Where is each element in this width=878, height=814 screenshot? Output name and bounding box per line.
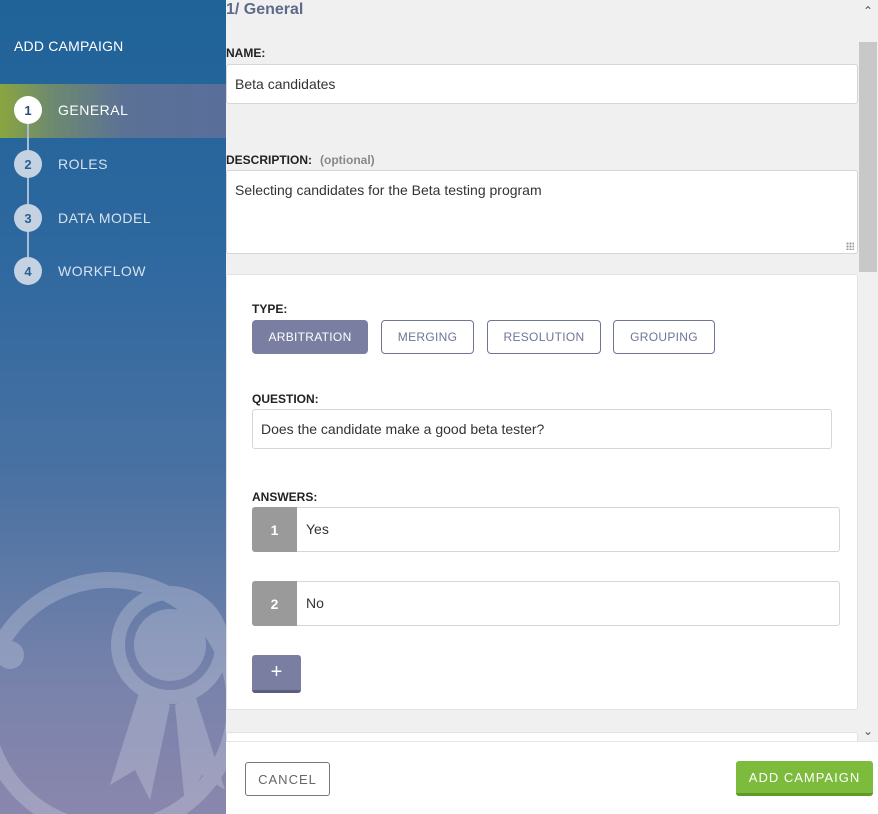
type-label: TYPE:	[252, 302, 288, 316]
wizard-steps: 1 GENERAL 2 ROLES 3 DATA MODEL 4 WORKFLO…	[0, 84, 226, 299]
answer-input[interactable]: No	[297, 581, 840, 626]
name-label: NAME:	[226, 46, 266, 60]
add-answer-button[interactable]: +	[252, 655, 301, 693]
step-label: DATA MODEL	[58, 210, 152, 226]
answer-input[interactable]: Yes	[297, 507, 840, 552]
optional-hint: (optional)	[320, 153, 375, 167]
description-value: Selecting candidates for the Beta testin…	[235, 182, 542, 198]
description-label: DESCRIPTION: (optional)	[226, 153, 375, 167]
description-label-text: DESCRIPTION:	[226, 153, 313, 167]
step-roles[interactable]: 2 ROLES	[0, 138, 226, 192]
step-number: 1	[14, 96, 42, 124]
answer-number: 1	[252, 507, 297, 552]
question-label: QUESTION:	[252, 392, 319, 406]
cancel-button[interactable]: CANCEL	[245, 762, 330, 796]
type-merging-button[interactable]: MERGING	[381, 320, 474, 354]
step-workflow[interactable]: 4 WORKFLOW	[0, 245, 226, 299]
step-number: 2	[14, 150, 42, 178]
answer-number: 2	[252, 581, 297, 626]
step-data-model[interactable]: 3 DATA MODEL	[0, 192, 226, 245]
type-arbitration-button[interactable]: ARBITRATION	[252, 320, 368, 354]
description-textarea[interactable]: Selecting candidates for the Beta testin…	[226, 170, 858, 254]
answers-label: ANSWERS:	[252, 490, 318, 504]
answer-row: 2 No	[252, 581, 840, 626]
general-form: 1/ General NAME: Beta candidates DESCRIP…	[226, 0, 858, 741]
section-heading: 1/ General	[226, 1, 304, 18]
type-resolution-button[interactable]: RESOLUTION	[487, 320, 601, 354]
step-label: GENERAL	[58, 102, 129, 118]
form-footer: CANCEL ADD CAMPAIGN	[226, 741, 878, 814]
add-campaign-app: ADD CAMPAIGN 1 GENERAL 2 ROLES 3 DATA MO…	[0, 0, 878, 814]
scroll-up-icon[interactable]: ⌃	[858, 0, 878, 22]
step-number: 3	[14, 204, 42, 232]
type-grouping-button[interactable]: GROUPING	[613, 320, 715, 354]
step-label: WORKFLOW	[58, 263, 146, 279]
scrollbar[interactable]: ⌃ ⌄	[858, 0, 878, 741]
add-campaign-button[interactable]: ADD CAMPAIGN	[736, 761, 873, 796]
resize-grip-icon[interactable]	[846, 242, 854, 250]
scroll-thumb[interactable]	[859, 42, 877, 272]
question-input[interactable]: Does the candidate make a good beta test…	[252, 409, 832, 449]
type-card: TYPE: ARBITRATION MERGING RESOLUTION GRO…	[226, 274, 858, 710]
step-label: ROLES	[58, 156, 108, 172]
next-card	[226, 732, 858, 741]
name-input[interactable]: Beta candidates	[226, 64, 858, 104]
scroll-down-icon[interactable]: ⌄	[858, 720, 878, 742]
award-ribbon-icon	[0, 572, 226, 814]
sidebar-title: ADD CAMPAIGN	[14, 38, 124, 54]
answer-row: 1 Yes	[252, 507, 840, 552]
step-number: 4	[14, 257, 42, 285]
step-general[interactable]: 1 GENERAL	[0, 84, 226, 138]
wizard-sidebar: ADD CAMPAIGN 1 GENERAL 2 ROLES 3 DATA MO…	[0, 0, 226, 814]
